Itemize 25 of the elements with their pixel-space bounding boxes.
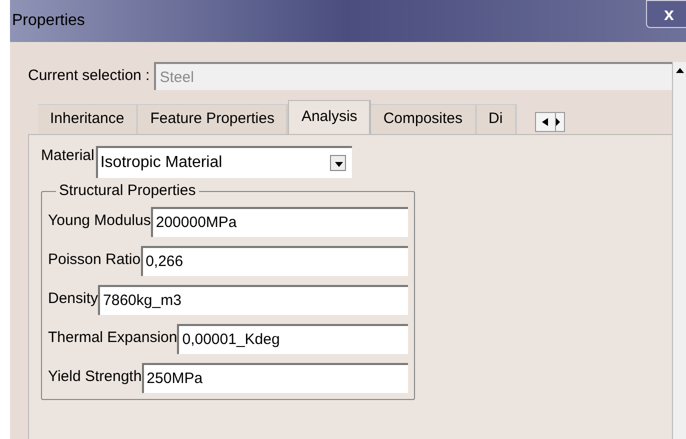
vertical-scrollbar[interactable] [672,62,686,439]
window-title: Properties [12,11,85,31]
tab[interactable]: Inheritance [38,104,138,134]
property-field[interactable]: 7860kg_m3 [98,284,408,314]
tab[interactable]: Analysis [288,100,372,134]
property-label: Density [48,289,98,310]
property-label: Yield Strength [48,367,142,388]
tab[interactable]: Feature Properties [138,104,288,134]
right-arrow-icon [556,118,560,126]
field-label: Current selection : [28,66,150,86]
property-label: Young Modulus [48,211,151,232]
up-arrow-icon [676,68,684,73]
group-title: Structural Properties [58,181,197,201]
property-label: Thermal Expansion [48,328,178,348]
tab[interactable]: Composites [371,104,477,134]
property-field[interactable]: 200000MPa [150,206,408,236]
property-field[interactable]: 250MPa [142,362,408,392]
property-label: Poisson Ratio [48,250,141,270]
material-label: Material [41,146,94,166]
close-button[interactable]: x [646,0,686,28]
left-arrow-icon [542,118,548,126]
material-dropdown[interactable]: Isotropic Material [96,146,352,178]
property-field[interactable]: 0,266 [140,246,408,276]
property-field[interactable]: 0,00001_Kdeg [177,324,408,354]
tab[interactable]: Di [476,104,517,134]
